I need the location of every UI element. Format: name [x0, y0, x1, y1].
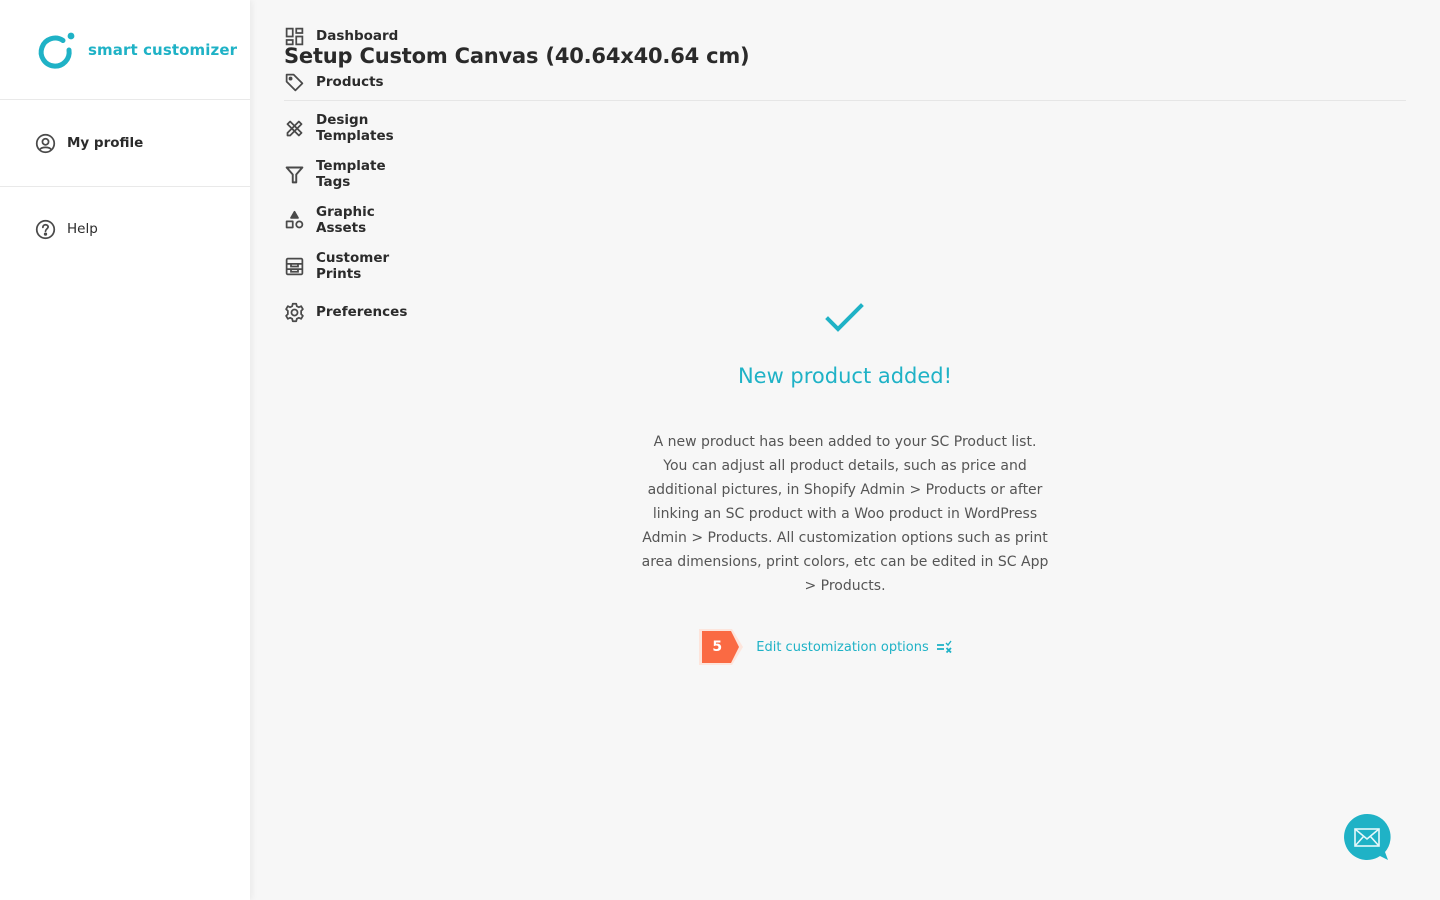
sidebar-item-preferences[interactable]: Preferences [250, 289, 407, 335]
edit-customization-options-link[interactable]: Edit customization options [756, 640, 952, 655]
user-circle-icon [34, 132, 56, 154]
sidebar-item-label: Products [316, 74, 384, 90]
page-header: Setup Custom Canvas (40.64x40.64 cm) [284, 0, 1406, 101]
success-description: A new product has been added to your SC … [641, 434, 1049, 594]
sidebar-item-dashboard[interactable]: Dashboard [250, 13, 398, 59]
step-badge: 5 [698, 628, 744, 666]
step-number: 5 [712, 639, 723, 655]
sidebar-item-label: My profile [67, 135, 144, 151]
edit-customization-options-label: Edit customization options [756, 639, 929, 655]
logo[interactable]: smart customizer [0, 0, 250, 100]
shapes-icon [284, 209, 305, 231]
edit-options-icon [936, 640, 952, 654]
filter-icon [284, 163, 305, 185]
sidebar-item-design-templates[interactable]: Design Templates [250, 105, 394, 151]
checkmark-icon [824, 300, 866, 340]
sidebar-item-my-profile[interactable]: My profile [0, 130, 250, 156]
main-content: Setup Custom Canvas (40.64x40.64 cm) New… [250, 0, 1440, 900]
sidebar-item-customer-prints[interactable]: Customer Prints [250, 243, 389, 289]
prints-icon [284, 255, 305, 277]
sidebar-item-graphic-assets[interactable]: Graphic Assets [250, 197, 375, 243]
profile-section: My profile [0, 100, 250, 187]
tag-icon [284, 71, 305, 93]
success-title: New product added! [737, 364, 953, 388]
sidebar-item-label: Dashboard [316, 28, 399, 44]
sidebar-item-label: Preferences [316, 304, 408, 320]
action-row: 5 Edit customization options [698, 628, 952, 666]
brand-name: smart customizer [88, 40, 238, 59]
sidebar-item-label: Graphic Assets [316, 204, 375, 236]
chat-button[interactable] [1342, 813, 1392, 863]
sidebar-item-help[interactable]: Help [0, 206, 250, 252]
success-panel: New product added! A new product has bee… [250, 300, 1440, 666]
sidebar-item-label: Help [67, 221, 98, 237]
mail-icon [1344, 813, 1391, 860]
logo-icon [38, 32, 75, 69]
page-title: Setup Custom Canvas (40.64x40.64 cm) [284, 44, 750, 68]
sidebar-item-label: Customer Prints [316, 250, 390, 282]
sidebar-item-label: Design Templates [316, 112, 394, 144]
gear-icon [284, 301, 305, 323]
design-tools-icon [284, 117, 305, 139]
sidebar-item-products[interactable]: Products [250, 59, 384, 105]
sidebar: smart customizer My profile Dashboard Pr… [0, 0, 407, 900]
help-circle-icon [34, 218, 56, 240]
dashboard-icon [284, 25, 305, 47]
sidebar-item-label: Template Tags [316, 158, 386, 190]
help-section: Help [0, 187, 250, 252]
sidebar-item-template-tags[interactable]: Template Tags [250, 151, 386, 197]
